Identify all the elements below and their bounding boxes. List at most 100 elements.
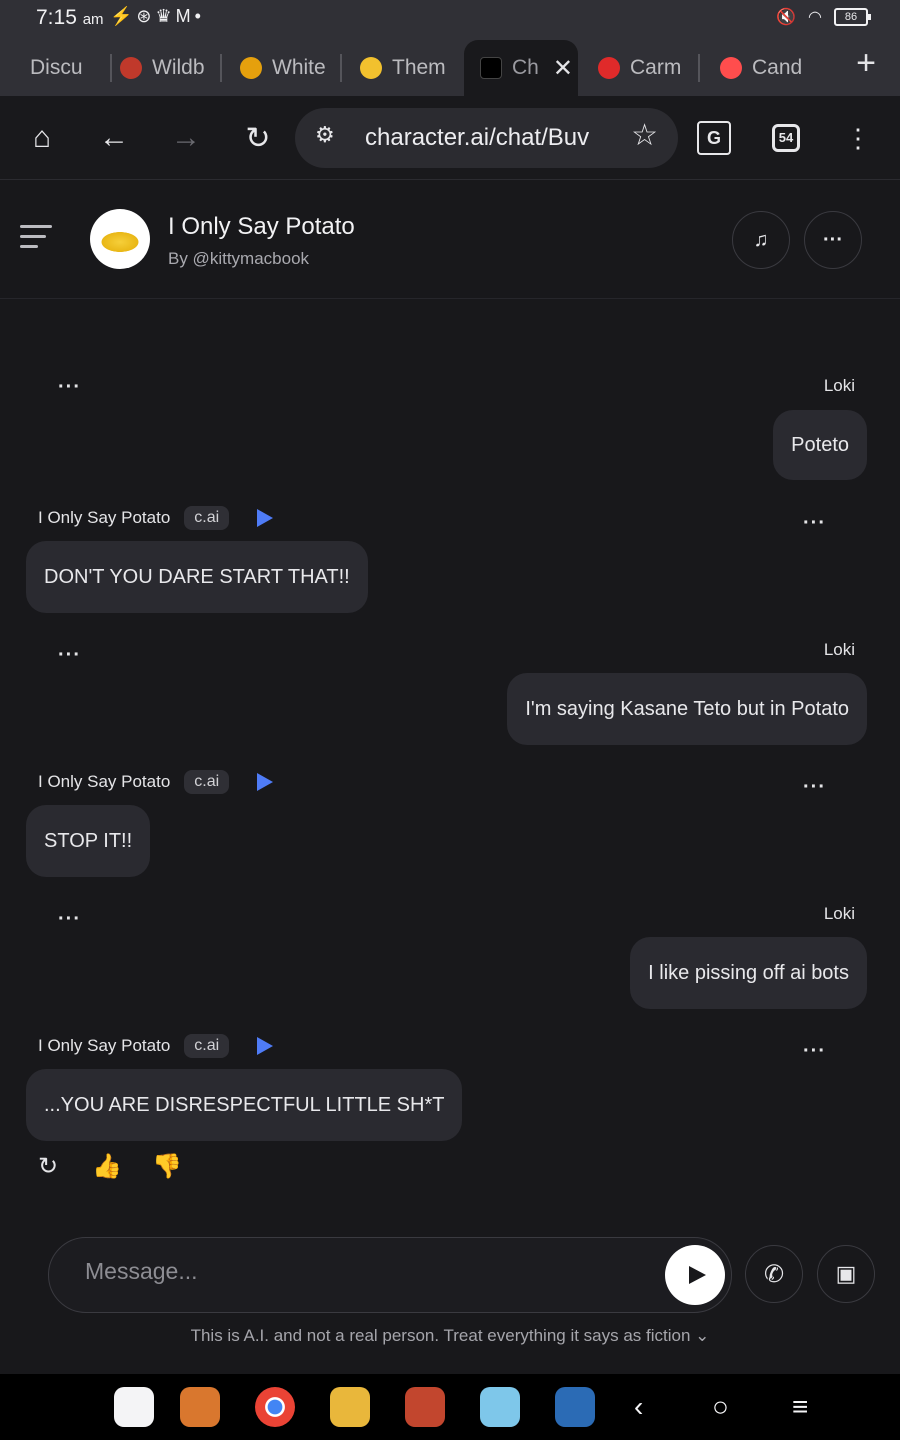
bot-message: DON'T YOU DARE START THAT!!: [26, 541, 368, 613]
menu-icon[interactable]: [20, 225, 52, 249]
user-message: I like pissing off ai bots: [630, 937, 867, 1009]
tab-wildb[interactable]: Wildb: [120, 40, 222, 96]
tab-favicon: [240, 57, 262, 79]
tab-active-chat[interactable]: Ch ✕: [464, 40, 578, 96]
status-right: 🔇 ◠ 86: [776, 7, 871, 27]
battery-icon: 86: [834, 8, 871, 26]
app-drawer-icon[interactable]: [114, 1387, 154, 1427]
bot-sender-line: I Only Say Potato c.ai: [38, 1034, 274, 1058]
message-input[interactable]: [85, 1258, 645, 1285]
tab-label: Ch: [512, 56, 539, 79]
app-icon[interactable]: [330, 1387, 370, 1427]
star-icon[interactable]: ☆: [631, 118, 658, 153]
more-icon[interactable]: ⋮: [834, 114, 882, 162]
user-message: I'm saying Kasane Teto but in Potato: [507, 673, 867, 745]
home-icon[interactable]: ⌂: [18, 114, 66, 162]
message-menu-icon[interactable]: ···: [58, 908, 81, 931]
tab-label: White: [272, 56, 326, 79]
nav-recents-icon[interactable]: ≡: [792, 1391, 808, 1423]
tab-discu[interactable]: Discu: [30, 40, 112, 96]
tab-them[interactable]: Them: [360, 40, 450, 96]
message-menu-icon[interactable]: ···: [803, 1040, 826, 1063]
address-bar[interactable]: ⚙ character.ai/chat/Buv ☆: [295, 108, 678, 168]
message-menu-icon[interactable]: ···: [803, 512, 826, 535]
bot-message: ...YOU ARE DISRESPECTFUL LITTLE SH*T: [26, 1069, 463, 1141]
chevron-down-icon: ⌄: [695, 1326, 710, 1345]
disclaimer-text: This is A.I. and not a real person. Trea…: [190, 1326, 691, 1345]
tab-count: 54: [772, 124, 800, 152]
bot-name: I Only Say Potato: [38, 772, 171, 791]
translate-icon[interactable]: G: [690, 114, 738, 162]
mute-icon: 🔇: [776, 9, 797, 26]
nav-back-icon[interactable]: ‹: [634, 1391, 643, 1423]
tab-favicon: [360, 57, 382, 79]
tab-switcher-button[interactable]: 54: [762, 114, 810, 162]
notification-icons: ⚡⊛♛M•: [110, 6, 205, 26]
new-tab-button[interactable]: +: [856, 46, 876, 80]
phone-icon[interactable]: ✆: [745, 1245, 803, 1303]
app-icon[interactable]: [180, 1387, 220, 1427]
status-bar: 7:15 am ⚡⊛♛M• 🔇 ◠ 86: [0, 0, 900, 36]
bot-name: I Only Say Potato: [38, 1036, 171, 1055]
tab-favicon: [598, 57, 620, 79]
user-name: Loki: [823, 640, 855, 659]
message-menu-icon[interactable]: ···: [58, 644, 81, 667]
bot-badge: c.ai: [184, 506, 230, 530]
send-icon: [688, 1266, 706, 1284]
url-text[interactable]: character.ai/chat/Buv: [365, 124, 593, 152]
voice-off-icon[interactable]: ♫: [732, 211, 790, 269]
wifi-icon: ◠: [808, 9, 822, 26]
play-icon[interactable]: [257, 1037, 274, 1055]
tab-favicon: [120, 57, 142, 79]
user-name: Loki: [823, 376, 855, 395]
back-icon[interactable]: ←: [90, 114, 138, 162]
user-name: Loki: [823, 904, 855, 923]
bot-badge: c.ai: [184, 770, 230, 794]
tab-label: Carm: [630, 56, 682, 79]
tune-icon[interactable]: ⚙: [315, 122, 335, 148]
app-icon[interactable]: [405, 1387, 445, 1427]
tab-label: Wildb: [152, 56, 205, 79]
play-icon[interactable]: [257, 509, 274, 527]
disclaimer[interactable]: This is A.I. and not a real person. Trea…: [0, 1326, 900, 1346]
bot-name: I Only Say Potato: [38, 508, 171, 527]
tab-label: Cand: [752, 56, 803, 79]
tab-favicon: [720, 57, 742, 79]
tab-strip: Discu Wildb White Them Ch ✕ Carm Cand: [0, 36, 900, 96]
message-composer: [48, 1237, 732, 1313]
status-time: 7:15 am: [36, 6, 104, 29]
tab-favicon: [480, 57, 502, 79]
more-options-button[interactable]: ···: [804, 211, 862, 269]
character-author[interactable]: By @kittymacbook: [168, 249, 309, 269]
tab-label: Discu: [30, 56, 83, 79]
browser-toolbar: ⌂ ← → ↻ ⚙ character.ai/chat/Buv ☆ G 54 ⋮: [0, 96, 900, 180]
user-message: Poteto: [773, 410, 867, 480]
bot-badge: c.ai: [184, 1034, 230, 1058]
chrome-icon[interactable]: [255, 1387, 295, 1427]
regenerate-icon[interactable]: ↻: [38, 1152, 58, 1181]
tab-carm[interactable]: Carm: [598, 40, 700, 96]
send-button[interactable]: [665, 1245, 725, 1305]
image-icon[interactable]: ▣: [817, 1245, 875, 1303]
tab-label: Them: [392, 56, 446, 79]
message-menu-icon[interactable]: ···: [803, 776, 826, 799]
tab-white[interactable]: White: [240, 40, 342, 96]
play-icon[interactable]: [257, 773, 274, 791]
forward-icon[interactable]: →: [162, 114, 210, 162]
chat-header: I Only Say Potato By @kittymacbook ♫ ···: [0, 181, 900, 299]
thumbs-down-icon[interactable]: 👎: [152, 1152, 182, 1181]
bot-message: STOP IT!!: [26, 805, 151, 877]
message-menu-icon[interactable]: ···: [58, 376, 81, 399]
bot-sender-line: I Only Say Potato c.ai: [38, 770, 274, 794]
nav-home-icon[interactable]: ○: [712, 1391, 729, 1423]
close-tab-icon[interactable]: ✕: [553, 54, 573, 83]
avatar[interactable]: [90, 209, 150, 269]
bot-sender-line: I Only Say Potato c.ai: [38, 506, 274, 530]
app-icon[interactable]: [480, 1387, 520, 1427]
character-name[interactable]: I Only Say Potato: [168, 213, 355, 241]
reload-icon[interactable]: ↻: [234, 114, 282, 162]
thumbs-up-icon[interactable]: 👍: [92, 1152, 122, 1181]
app-icon[interactable]: [555, 1387, 595, 1427]
tab-cand[interactable]: Cand: [720, 40, 810, 96]
system-nav-bar: ‹ ○ ≡: [0, 1374, 900, 1440]
